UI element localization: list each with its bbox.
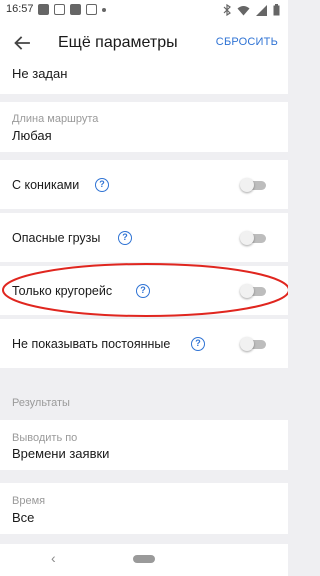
toggle-label-round-trip: Только кругорейс	[12, 284, 113, 298]
page-title: Ещё параметры	[58, 34, 178, 51]
nav-home-pill[interactable]	[133, 555, 155, 563]
toggle-row-hide-permanent: Не показывать постоянные ?	[0, 319, 288, 368]
reset-button[interactable]: СБРОСИТЬ	[216, 36, 278, 48]
status-time: 16:57	[6, 3, 34, 15]
help-icon[interactable]: ?	[191, 337, 205, 351]
time-caption: Время	[12, 495, 46, 507]
toggle-switch-koniki[interactable]	[240, 178, 266, 192]
toggle-label-koniki: С кониками	[12, 178, 80, 192]
status-right-icons	[223, 4, 280, 16]
back-button[interactable]	[10, 31, 34, 55]
help-icon[interactable]: ?	[95, 178, 109, 192]
nav-back-icon[interactable]: ‹	[51, 550, 56, 566]
app-bar: Ещё параметры СБРОСИТЬ	[0, 20, 288, 66]
download-icon	[86, 4, 97, 15]
notification-icons	[38, 4, 106, 15]
signal-icon	[256, 4, 267, 16]
status-bar: 16:57	[0, 0, 288, 20]
toggle-row-dangerous: Опасные грузы ?	[0, 213, 288, 262]
toggle-switch-hide-permanent[interactable]	[240, 337, 266, 351]
wifi-icon	[237, 5, 250, 15]
partial-setting-row[interactable]: Не задан	[0, 66, 288, 94]
bluetooth-icon	[223, 4, 231, 16]
toggle-switch-dangerous[interactable]	[240, 231, 266, 245]
route-length-caption: Длина маршрута	[12, 113, 99, 125]
battery-icon	[273, 4, 280, 16]
results-section-header: Результаты	[12, 397, 70, 409]
toggle-label-dangerous: Опасные грузы	[12, 231, 101, 245]
system-nav-bar: ‹	[0, 544, 288, 576]
arrow-back-icon	[14, 36, 30, 50]
sort-by-caption: Выводить по	[12, 432, 78, 444]
sort-by-value: Времени заявки	[12, 446, 110, 461]
route-length-value: Любая	[12, 128, 52, 143]
app-icon	[70, 4, 81, 15]
toggle-row-koniki: С кониками ?	[0, 160, 288, 209]
time-row[interactable]: Время Все	[0, 483, 288, 534]
toggle-row-round-trip: Только кругорейс ?	[0, 266, 288, 315]
partial-setting-value: Не задан	[12, 66, 68, 81]
more-dot-icon	[102, 8, 106, 12]
help-icon[interactable]: ?	[118, 231, 132, 245]
toggle-label-hide-permanent: Не показывать постоянные	[12, 337, 171, 351]
toggle-switch-round-trip[interactable]	[240, 284, 266, 298]
time-value: Все	[12, 510, 35, 525]
notification-icon	[38, 4, 49, 15]
sort-by-row[interactable]: Выводить по Времени заявки	[0, 420, 288, 470]
image-icon	[54, 4, 65, 15]
route-length-row[interactable]: Длина маршрута Любая	[0, 102, 288, 152]
help-icon[interactable]: ?	[136, 284, 150, 298]
